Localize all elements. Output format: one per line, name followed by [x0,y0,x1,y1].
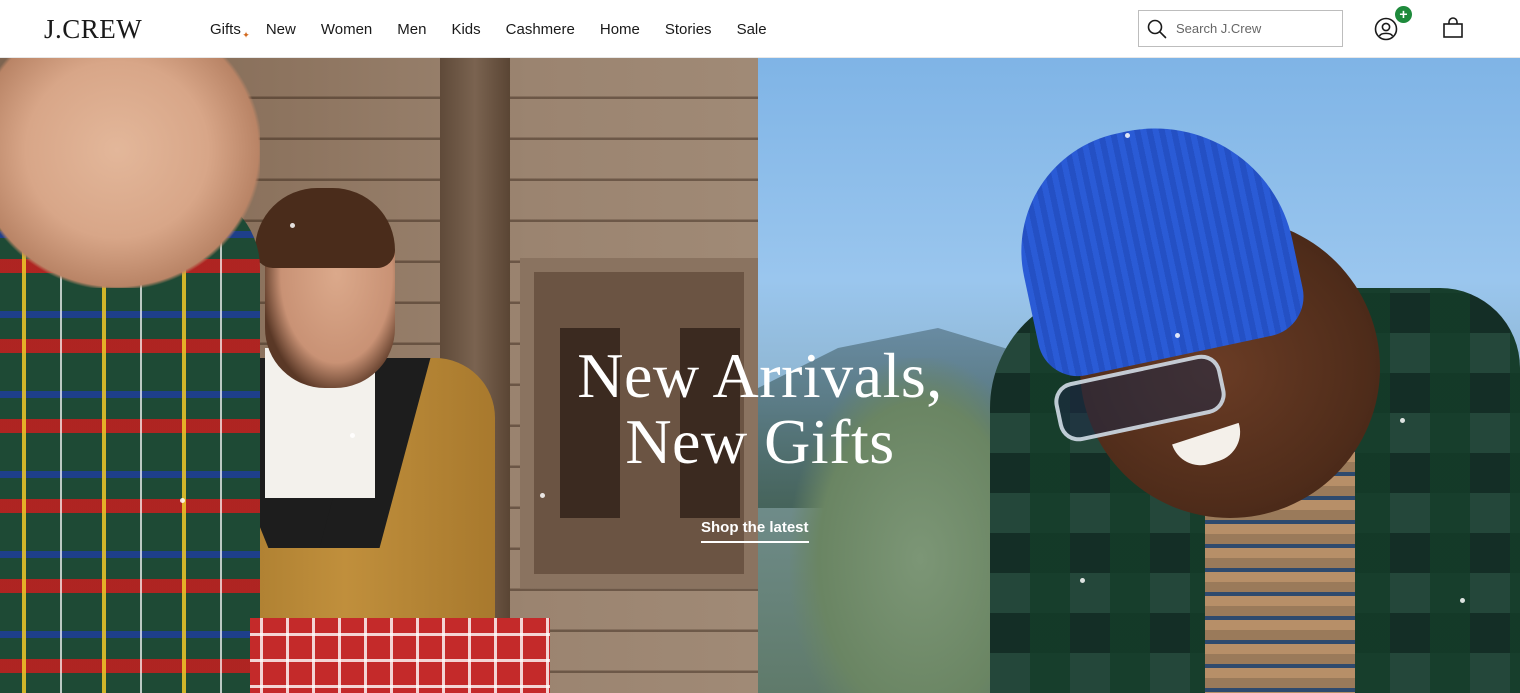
nav-stories[interactable]: Stories [665,21,712,38]
nav-gifts-label: Gifts [210,20,241,38]
snowflake [180,498,185,503]
site-header: J.CREW Gifts ✦ New Women Men Kids Cashme… [0,0,1520,58]
gift-box [250,618,550,693]
model-face [0,58,260,288]
hero-title: New Arrivals, New Gifts [0,343,1520,475]
shop-latest-link[interactable]: Shop the latest [701,519,809,543]
snowflake [1175,333,1180,338]
account-icon[interactable] [1374,17,1398,41]
snowflake [1080,578,1085,583]
snowflake [540,493,545,498]
search-icon[interactable] [1147,19,1167,39]
shopping-bag-icon[interactable] [1442,17,1464,39]
jcrew-logo[interactable]: J.CREW [44,14,142,45]
snowflake [1460,598,1465,603]
sparkle-icon: ✦ [242,29,250,40]
nav-new[interactable]: New [266,21,296,38]
snowflake [290,223,295,228]
hero-banner[interactable]: New Arrivals, New Gifts Shop the latest [0,58,1520,693]
nav-men[interactable]: Men [397,21,426,38]
nav-gifts[interactable]: Gifts ✦ [210,20,250,40]
snowflake [1125,133,1130,138]
hero-title-line2: New Gifts [625,406,895,477]
hero-title-line1: New Arrivals, [577,340,943,411]
nav-home[interactable]: Home [600,21,640,38]
nav-sale[interactable]: Sale [737,21,767,38]
main-nav: Gifts ✦ New Women Men Kids Cashmere Home… [210,0,792,58]
nav-cashmere[interactable]: Cashmere [506,21,575,38]
search-box[interactable] [1138,10,1343,47]
nav-women[interactable]: Women [321,21,372,38]
search-input[interactable] [1176,21,1336,36]
nav-kids[interactable]: Kids [451,21,480,38]
account-badge: + [1395,6,1412,23]
